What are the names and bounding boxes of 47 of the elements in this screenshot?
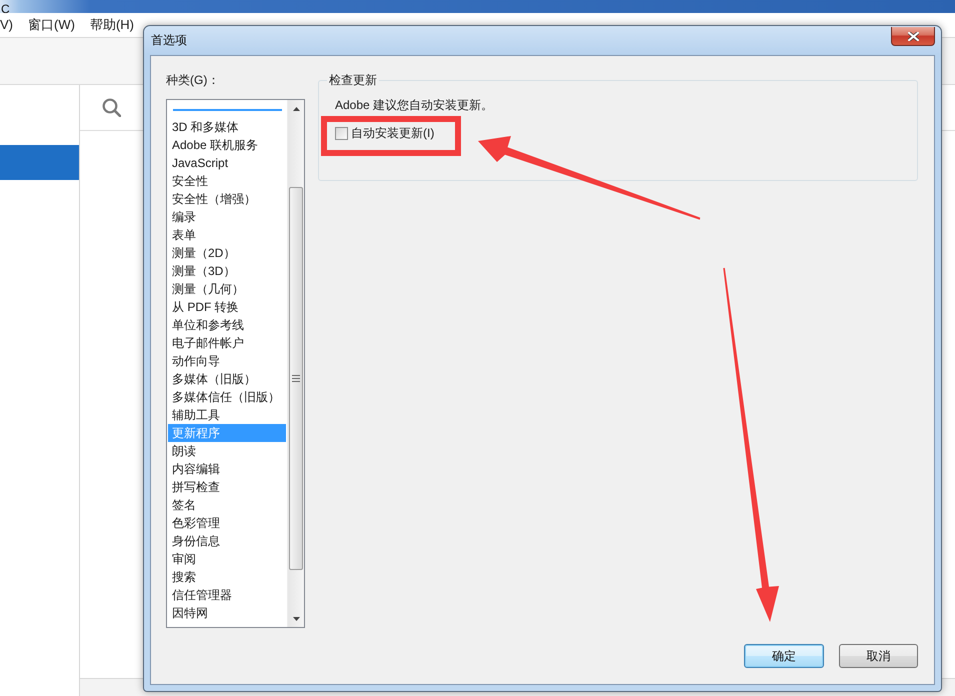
menu-item[interactable]: V) [0, 16, 13, 34]
scroll-down-icon[interactable] [292, 616, 300, 620]
scroll-up-icon[interactable] [292, 106, 300, 110]
menu-item[interactable]: 窗口(W) [28, 16, 75, 34]
cancel-button[interactable]: 取消 [839, 644, 918, 668]
category-item[interactable]: 动作向导 [168, 352, 286, 370]
menu-item[interactable]: 帮助(H) [90, 16, 134, 34]
category-item[interactable]: Adobe 联机服务 [168, 136, 286, 154]
scrollbar-thumb[interactable] [289, 187, 303, 570]
category-item[interactable]: 从 PDF 转换 [168, 298, 286, 316]
category-item[interactable]: 3D 和多媒体 [168, 118, 286, 136]
search-icon [102, 98, 121, 117]
category-item[interactable]: 审阅 [168, 550, 286, 568]
message-text: Adobe 建议您自动安装更新。 [334, 97, 494, 114]
grip-icon [292, 375, 300, 382]
ok-button[interactable]: 确定 [744, 644, 824, 668]
category-item[interactable]: 安全性 [168, 172, 286, 190]
category-item[interactable]: 内容编辑 [168, 460, 286, 478]
category-item[interactable]: 单位和参考线 [168, 316, 286, 334]
dialog-title: 首选项 [150, 32, 187, 49]
checkbox[interactable] [335, 126, 348, 140]
category-item[interactable]: 朗读 [168, 442, 286, 460]
category-item[interactable]: 表单 [168, 226, 286, 244]
category-item[interactable]: 电子邮件帐户 [168, 334, 286, 352]
category-item[interactable]: 因特网 [168, 604, 286, 622]
category-item[interactable]: 拼写检查 [168, 478, 286, 496]
scrollbar[interactable] [287, 100, 304, 627]
close-button[interactable] [891, 27, 935, 46]
category-item[interactable]: 测量（几何） [168, 280, 286, 298]
category-item[interactable]: 辅助工具 [168, 406, 286, 424]
checkbox-label[interactable]: 自动安装更新(I) [351, 124, 434, 142]
category-item[interactable]: 测量（3D） [168, 262, 286, 280]
category-item[interactable]: 多媒体（旧版） [168, 370, 286, 388]
group-title: 检查更新 [328, 72, 378, 89]
category-label: 种类(G)： [166, 72, 220, 89]
category-item[interactable]: 多媒体信任（旧版） [168, 388, 286, 406]
category-item[interactable]: 身份信息 [168, 532, 286, 550]
window-title: C [0, 3, 10, 13]
category-item[interactable]: 搜索 [168, 568, 286, 586]
category-item[interactable]: 签名 [168, 496, 286, 514]
close-icon [908, 32, 918, 40]
category-item[interactable]: 信任管理器 [168, 586, 286, 604]
category-item[interactable]: JavaScript [168, 154, 286, 172]
category-item[interactable]: 测量（2D） [168, 244, 286, 262]
category-item[interactable]: 色彩管理 [168, 514, 286, 532]
category-item[interactable]: 编录 [168, 208, 286, 226]
category-item[interactable]: 安全性（增强） [168, 190, 286, 208]
